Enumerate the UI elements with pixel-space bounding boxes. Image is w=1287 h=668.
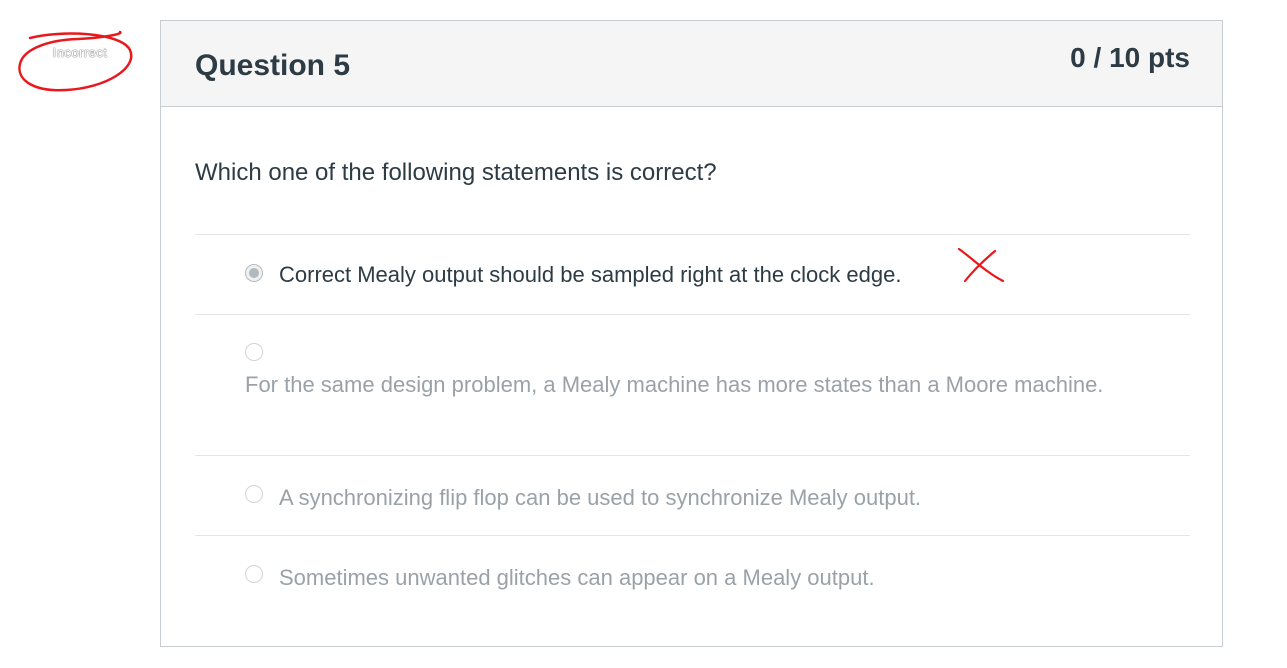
answer-option-2[interactable]: For the same design problem, a Mealy mac… — [195, 314, 1190, 455]
answer-label-2: For the same design problem, a Mealy mac… — [245, 372, 1104, 397]
answer-label-4: Sometimes unwanted glitches can appear o… — [279, 565, 875, 590]
red-x-icon — [957, 247, 1005, 283]
answer-radio-1[interactable] — [245, 264, 263, 282]
answer-radio-3[interactable] — [245, 485, 263, 503]
question-header: Question 5 0 / 10 pts — [161, 21, 1222, 107]
incorrect-marker: Incorrect — [16, 30, 136, 94]
question-text: Which one of the following statements is… — [195, 159, 717, 186]
answer-radio-4[interactable] — [245, 565, 263, 583]
question-card: Question 5 0 / 10 pts Which one of the f… — [160, 20, 1223, 647]
red-circle-icon — [18, 30, 133, 92]
answer-option-3[interactable]: A synchronizing flip flop can be used to… — [195, 455, 1190, 535]
quiz-page: Incorrect Question 5 0 / 10 pts Which on… — [0, 0, 1287, 668]
answer-radio-2[interactable] — [245, 343, 263, 361]
incorrect-marker-text: Incorrect — [52, 45, 108, 60]
question-points: 0 / 10 pts — [1070, 42, 1190, 73]
answer-label-1: Correct Mealy output should be sampled r… — [279, 262, 902, 287]
question-title: Question 5 — [195, 49, 351, 82]
answer-list: Correct Mealy output should be sampled r… — [195, 234, 1190, 615]
answer-option-4[interactable]: Sometimes unwanted glitches can appear o… — [195, 535, 1190, 615]
answer-option-1[interactable]: Correct Mealy output should be sampled r… — [195, 234, 1190, 314]
answer-label-3: A synchronizing flip flop can be used to… — [279, 485, 922, 510]
